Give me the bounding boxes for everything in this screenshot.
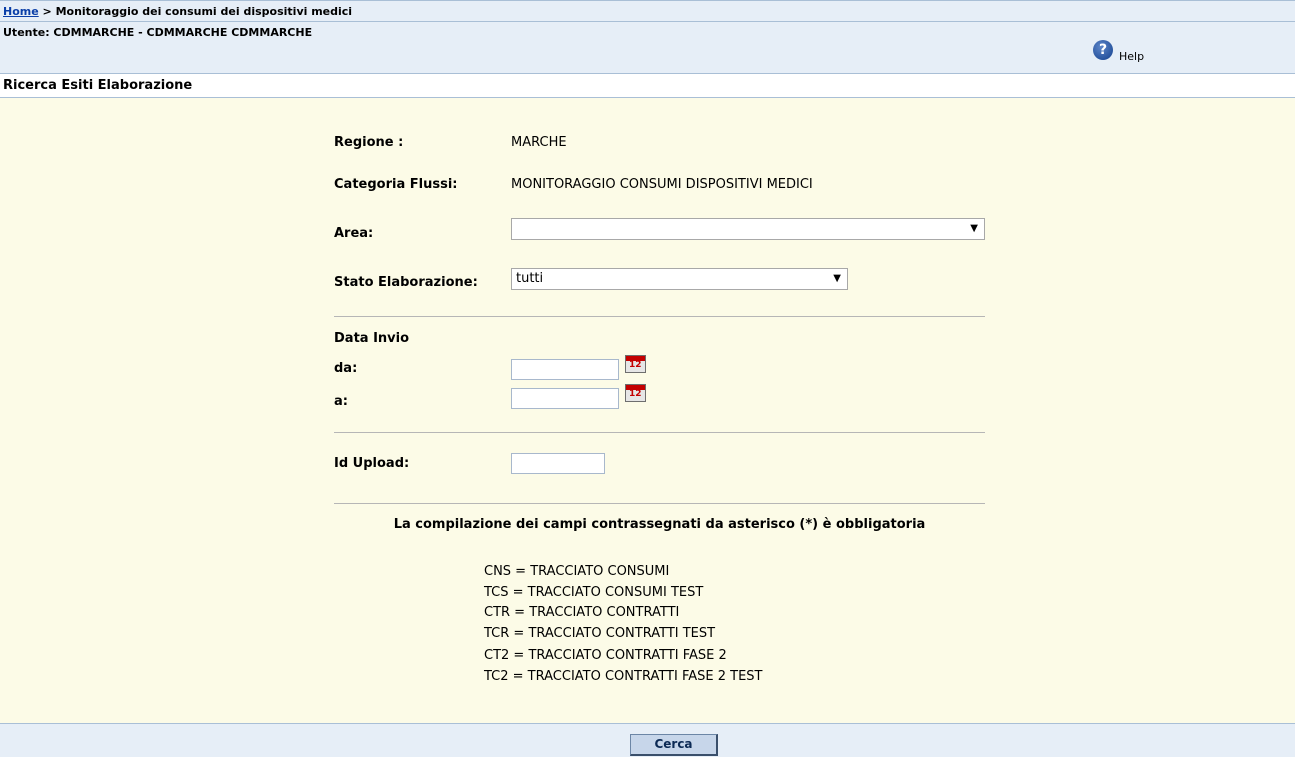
- search-form: Regione : MARCHE Categoria Flussi: MONIT…: [0, 98, 1295, 723]
- legend-item: TCR = TRACCIATO CONTRATTI TEST: [484, 626, 716, 641]
- data-a-label: a:: [334, 394, 348, 409]
- id-upload-label: Id Upload:: [334, 456, 410, 471]
- divider: [334, 432, 985, 433]
- stato-select-value: tutti: [516, 271, 544, 286]
- legend-item: CNS = TRACCIATO CONSUMI: [484, 564, 670, 579]
- data-invio-label: Data Invio: [334, 331, 410, 346]
- data-a-input[interactable]: [511, 388, 619, 409]
- calendar-icon[interactable]: 12: [625, 355, 646, 373]
- breadcrumb-separator: >: [38, 5, 56, 18]
- footer-bar: Cerca: [0, 723, 1295, 757]
- regione-label: Regione :: [334, 135, 404, 150]
- calendar-icon[interactable]: 12: [625, 384, 646, 402]
- stato-select[interactable]: tutti ▼: [511, 268, 848, 290]
- home-link[interactable]: Home: [3, 5, 39, 18]
- legend-item: TC2 = TRACCIATO CONTRATTI FASE 2 TEST: [484, 669, 763, 684]
- search-button[interactable]: Cerca: [630, 734, 718, 756]
- divider: [334, 316, 985, 317]
- categoria-label: Categoria Flussi:: [334, 177, 458, 192]
- data-da-input[interactable]: [511, 359, 619, 380]
- breadcrumb: Home > Monitoraggio dei consumi dei disp…: [0, 0, 1295, 22]
- user-bar: Utente: CDMMARCHE - CDMMARCHE CDMMARCHE …: [0, 22, 1295, 74]
- chevron-down-icon: ▼: [970, 223, 978, 234]
- required-fields-note: La compilazione dei campi contrassegnati…: [393, 517, 926, 532]
- data-da-label: da:: [334, 361, 358, 376]
- legend-item: CTR = TRACCIATO CONTRATTI: [484, 605, 680, 620]
- regione-value: MARCHE: [511, 135, 567, 150]
- page-title: Ricerca Esiti Elaborazione: [0, 74, 1295, 98]
- legend-item: TCS = TRACCIATO CONSUMI TEST: [484, 585, 704, 600]
- stato-label: Stato Elaborazione:: [334, 275, 478, 290]
- user-info: Utente: CDMMARCHE - CDMMARCHE CDMMARCHE: [3, 26, 313, 39]
- help-link[interactable]: ? Help: [1093, 40, 1144, 63]
- chevron-down-icon: ▼: [833, 273, 841, 284]
- area-label: Area:: [334, 226, 374, 241]
- id-upload-input[interactable]: [511, 453, 605, 474]
- divider: [334, 503, 985, 504]
- breadcrumb-current: Monitoraggio dei consumi dei dispositivi…: [55, 5, 353, 18]
- area-select[interactable]: ▼: [511, 218, 985, 240]
- help-label[interactable]: Help: [1119, 50, 1144, 63]
- help-icon[interactable]: ?: [1093, 40, 1113, 60]
- legend-item: CT2 = TRACCIATO CONTRATTI FASE 2: [484, 648, 727, 663]
- categoria-value: MONITORAGGIO CONSUMI DISPOSITIVI MEDICI: [511, 177, 813, 192]
